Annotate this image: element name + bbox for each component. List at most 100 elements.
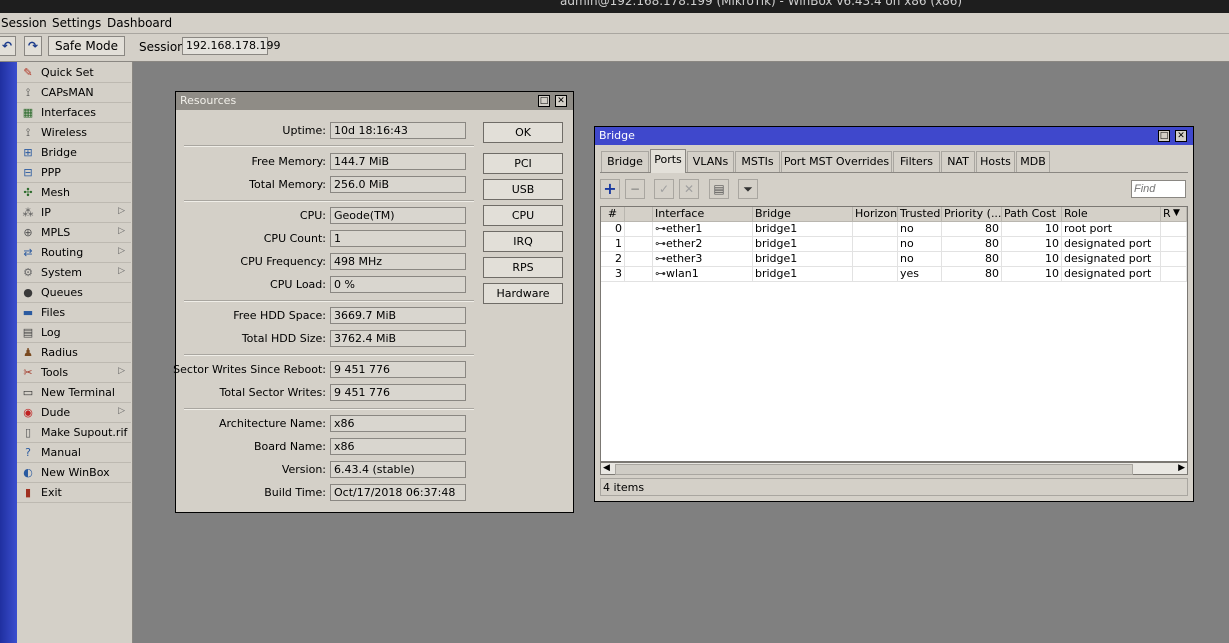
port-icon: ⊶ bbox=[655, 237, 666, 250]
close-button[interactable]: ✕ bbox=[555, 95, 567, 107]
sidebar-item-bridge[interactable]: ⊞ Bridge bbox=[17, 143, 131, 163]
find-input[interactable] bbox=[1131, 180, 1186, 198]
tab-hosts[interactable]: Hosts bbox=[976, 151, 1015, 172]
tab-underline bbox=[600, 172, 1188, 173]
tab-mdb[interactable]: MDB bbox=[1016, 151, 1050, 172]
tab-ports[interactable]: Ports bbox=[650, 149, 686, 173]
sidebar-item-routing[interactable]: ⇄ Routing ▷ bbox=[17, 243, 131, 263]
usb-button[interactable]: USB bbox=[483, 179, 563, 200]
sidebar-item-ppp[interactable]: ⊟ PPP bbox=[17, 163, 131, 183]
item-count: 4 items bbox=[603, 481, 645, 494]
ok-button[interactable]: OK bbox=[483, 122, 563, 143]
sidebar-item-capsman[interactable]: ⟟ CAPsMAN bbox=[17, 83, 131, 103]
sidebar-item-quick-set[interactable]: ✎ Quick Set bbox=[17, 63, 131, 83]
table-row[interactable]: 1 ⊶ether2 bridge1 no 80 10 designated port bbox=[601, 237, 1187, 252]
scroll-left-icon[interactable]: ◀ bbox=[603, 463, 610, 473]
disable-button[interactable]: ✕ bbox=[679, 179, 699, 199]
resource-row: Total Memory: bbox=[176, 176, 326, 193]
sidebar-item-system[interactable]: ⚙ System ▷ bbox=[17, 263, 131, 283]
table-row[interactable]: 2 ⊶ether3 bridge1 no 80 10 designated port bbox=[601, 252, 1187, 267]
column-header[interactable]: Path Cost bbox=[1002, 207, 1062, 222]
menu-dashboard[interactable]: Dashboard bbox=[107, 16, 172, 30]
sidebar-item-ip[interactable]: ⁂ IP ▷ bbox=[17, 203, 131, 223]
irq-button[interactable]: IRQ bbox=[483, 231, 563, 252]
sidebar-item-label: Bridge bbox=[41, 146, 77, 159]
bridge-cell: bridge1 bbox=[753, 252, 853, 267]
hardware-button[interactable]: Hardware bbox=[483, 283, 563, 304]
undo-button[interactable]: ↶ bbox=[0, 36, 16, 56]
column-header[interactable]: Horizon bbox=[853, 207, 898, 222]
tab-filters[interactable]: Filters bbox=[893, 151, 940, 172]
sidebar-item-radius[interactable]: ♟ Radius bbox=[17, 343, 131, 363]
resource-row: Sector Writes Since Reboot: bbox=[173, 361, 326, 378]
column-header[interactable]: # bbox=[601, 207, 625, 222]
sidebar-item-mpls[interactable]: ⊕ MPLS ▷ bbox=[17, 223, 131, 243]
tab-nat[interactable]: NAT bbox=[941, 151, 975, 172]
filter-button[interactable]: ⏷ bbox=[738, 179, 758, 199]
maximize-button[interactable]: □ bbox=[538, 95, 550, 107]
resources-title: Resources bbox=[180, 94, 237, 107]
sidebar-item-exit[interactable]: ▮ Exit bbox=[17, 483, 131, 503]
sidebar-item-make-supout-rif[interactable]: ▯ Make Supout.rif bbox=[17, 423, 131, 443]
resource-row: Board Name: bbox=[176, 438, 326, 455]
horizontal-scrollbar[interactable]: ◀ ▶ bbox=[600, 462, 1188, 475]
port-icon: ⊶ bbox=[655, 222, 666, 235]
sidebar-item-log[interactable]: ▤ Log bbox=[17, 323, 131, 343]
column-header[interactable]: Bridge bbox=[753, 207, 853, 222]
cell-divider bbox=[1186, 252, 1187, 267]
tab-mstis[interactable]: MSTIs bbox=[735, 151, 780, 172]
sidebar-item-queues[interactable]: ● Queues bbox=[17, 283, 131, 303]
rps-button[interactable]: RPS bbox=[483, 257, 563, 278]
exit-icon: ▮ bbox=[24, 486, 32, 499]
maximize-button[interactable]: □ bbox=[1158, 130, 1170, 142]
bridge-titlebar[interactable]: Bridge bbox=[595, 127, 1193, 145]
path-cost-cell: 10 bbox=[1002, 237, 1062, 252]
resource-value: 3762.4 MiB bbox=[330, 330, 466, 347]
cpu-button[interactable]: CPU bbox=[483, 205, 563, 226]
column-header[interactable] bbox=[625, 207, 653, 222]
scroll-right-icon[interactable]: ▶ bbox=[1178, 463, 1185, 473]
log-icon: ▤ bbox=[22, 326, 34, 339]
table-row[interactable]: 0 ⊶ether1 bridge1 no 80 10 root port bbox=[601, 222, 1187, 237]
table-row[interactable]: 3 ⊶wlan1 bridge1 yes 80 10 designated port bbox=[601, 267, 1187, 282]
num-cell: 1 bbox=[601, 237, 625, 252]
sidebar-item-tools[interactable]: ✂ Tools ▷ bbox=[17, 363, 131, 383]
bridge-cell: bridge1 bbox=[753, 222, 853, 237]
menu-session[interactable]: Session bbox=[1, 16, 47, 30]
resources-titlebar[interactable]: Resources bbox=[176, 92, 573, 110]
safe-mode-button[interactable]: Safe Mode bbox=[48, 36, 125, 56]
redo-button[interactable]: ↷ bbox=[24, 36, 42, 56]
remove-button[interactable]: − bbox=[625, 179, 645, 199]
column-header[interactable]: Trusted bbox=[898, 207, 942, 222]
column-menu-icon[interactable]: ▼ bbox=[1173, 208, 1180, 218]
menu-settings[interactable]: Settings bbox=[52, 16, 101, 30]
pci-button[interactable]: PCI bbox=[483, 153, 563, 174]
tab-vlans[interactable]: VLANs bbox=[687, 151, 734, 172]
scroll-thumb[interactable] bbox=[615, 464, 1133, 475]
add-button[interactable]: + bbox=[600, 179, 620, 199]
tab-port-mst-overrides[interactable]: Port MST Overrides bbox=[781, 151, 892, 172]
tab-bridge[interactable]: Bridge bbox=[601, 151, 649, 172]
session-field[interactable]: 192.168.178.199 bbox=[182, 37, 280, 55]
queues-icon: ● bbox=[23, 286, 33, 299]
sidebar-item-label: Manual bbox=[41, 446, 81, 459]
sidebar-item-new-terminal[interactable]: ▭ New Terminal bbox=[17, 383, 131, 403]
sidebar-item-files[interactable]: ▬ Files bbox=[17, 303, 131, 323]
enable-button[interactable]: ✓ bbox=[654, 179, 674, 199]
sidebar-item-mesh[interactable]: ✣ Mesh bbox=[17, 183, 131, 203]
table-cell bbox=[1161, 252, 1187, 267]
sidebar-item-new-winbox[interactable]: ◐ New WinBox bbox=[17, 463, 131, 483]
sidebar-item-wireless[interactable]: ⟟ Wireless bbox=[17, 123, 131, 143]
resource-value: Geode(TM) bbox=[330, 207, 466, 224]
close-button[interactable]: ✕ bbox=[1175, 130, 1187, 142]
sidebar-item-dude[interactable]: ◉ Dude ▷ bbox=[17, 403, 131, 423]
resource-value: x86 bbox=[330, 415, 466, 432]
column-header[interactable]: Priority (... bbox=[942, 207, 1002, 222]
sidebar-item-interfaces[interactable]: ▦ Interfaces bbox=[17, 103, 131, 123]
winbox-icon: ◐ bbox=[23, 466, 33, 479]
priority-cell: 80 bbox=[942, 237, 1002, 252]
column-header[interactable]: Role bbox=[1062, 207, 1161, 222]
comment-button[interactable]: ▤ bbox=[709, 179, 729, 199]
sidebar-item-manual[interactable]: ? Manual bbox=[17, 443, 131, 463]
column-header[interactable]: Interface bbox=[653, 207, 753, 222]
